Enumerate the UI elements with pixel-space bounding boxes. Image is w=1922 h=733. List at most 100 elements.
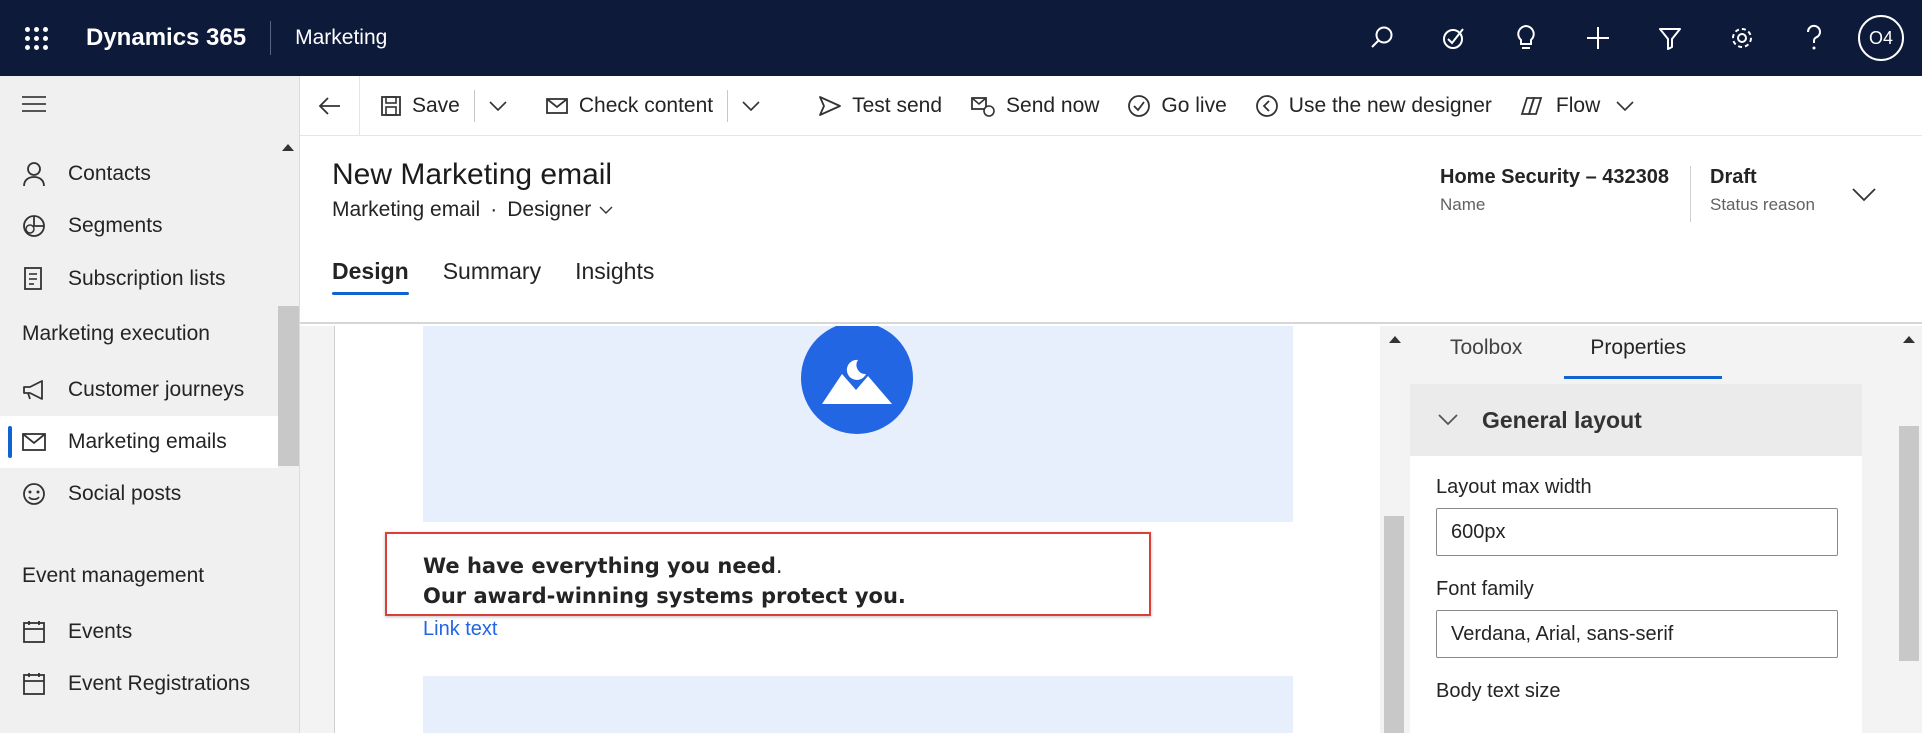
help-button[interactable]	[1778, 0, 1850, 76]
gear-icon	[1732, 28, 1752, 48]
help-icon	[1806, 24, 1821, 50]
panel-tabs: Toolbox Properties	[1410, 326, 1862, 380]
text-line-1-bold: We have everything you need	[423, 554, 776, 578]
save-options-dropdown[interactable]	[475, 76, 531, 136]
canvas-scrollbar[interactable]	[1380, 326, 1410, 733]
calendar-icon	[0, 672, 68, 696]
flow-icon	[1520, 96, 1543, 115]
sidebar-item-label: Segments	[68, 214, 163, 237]
save-button[interactable]: Save	[366, 76, 474, 136]
chevron-down-icon	[1438, 414, 1458, 426]
general-layout-section-header[interactable]: General layout	[1410, 384, 1862, 456]
sidebar-item-event-registrations[interactable]: Event Registrations	[0, 658, 278, 710]
test-send-label: Test send	[852, 93, 943, 117]
tab-toolbox[interactable]: Toolbox	[1450, 326, 1522, 380]
scroll-up-icon[interactable]	[1389, 336, 1401, 343]
properties-form: Layout max width 600px Font family Verda…	[1410, 456, 1862, 733]
header-expand-button[interactable]	[1852, 188, 1876, 207]
sidebar-item-events[interactable]: Events	[0, 606, 278, 658]
font-family-input[interactable]: Verdana, Arial, sans-serif	[1436, 610, 1838, 658]
megaphone-icon	[0, 379, 68, 401]
sidebar-item-customer-journeys[interactable]: Customer journeys	[0, 364, 278, 416]
flow-button[interactable]: Flow	[1506, 76, 1648, 136]
send-icon	[819, 95, 842, 116]
app-launcher-button[interactable]	[0, 0, 72, 76]
entity-name: Marketing email	[332, 198, 481, 221]
properties-panel: Toolbox Properties General layout Layout…	[1410, 326, 1922, 733]
go-live-button[interactable]: Go live	[1113, 76, 1240, 136]
sidebar-item-contacts[interactable]: Contacts	[0, 148, 278, 200]
check-circle-icon	[1128, 94, 1151, 117]
sidebar-item-segments[interactable]: Segments	[0, 200, 278, 252]
app-title[interactable]: Dynamics 365	[72, 24, 270, 52]
header-divider	[1690, 166, 1691, 222]
form-selector[interactable]: Designer	[507, 198, 613, 222]
name-label: Name	[1440, 195, 1486, 214]
avatar[interactable]: O4	[1858, 15, 1904, 61]
scrollbar-thumb[interactable]	[1899, 426, 1919, 661]
tab-properties[interactable]: Properties	[1564, 326, 1722, 380]
scrollbar-thumb[interactable]	[1384, 516, 1404, 733]
sidebar-item-social-posts[interactable]: Social posts	[0, 468, 278, 520]
nav-scroll-up-icon[interactable]	[282, 144, 294, 151]
email-body: We have everything you need. Our award-w…	[334, 326, 1380, 733]
check-mail-icon	[545, 97, 568, 114]
tab-design[interactable]: Design	[332, 258, 409, 295]
test-send-button[interactable]: Test send	[804, 76, 956, 136]
form-name: Designer	[507, 198, 592, 221]
layout-max-width-input[interactable]: 600px	[1436, 508, 1838, 556]
record-header: New Marketing email Marketing email · De…	[300, 136, 1922, 324]
top-app-bar: Dynamics 365 Marketing O4	[0, 0, 1922, 76]
section-title: General layout	[1482, 406, 1642, 433]
sidebar-item-label: Events	[68, 620, 133, 643]
status-label: Status reason	[1710, 195, 1815, 214]
header-field-name: Home Security – 432308 Name	[1440, 166, 1669, 215]
go-live-label: Go live	[1161, 93, 1227, 117]
tab-summary[interactable]: Summary	[443, 258, 541, 295]
scroll-up-icon[interactable]	[1903, 336, 1915, 343]
search-button[interactable]	[1346, 0, 1418, 76]
app-area-name[interactable]: Marketing	[271, 26, 387, 50]
image-placeholder-block[interactable]	[423, 326, 1293, 522]
save-label: Save	[412, 93, 460, 117]
design-canvas: We have everything you need. Our award-w…	[300, 326, 1410, 733]
chevron-down-icon	[1852, 188, 1876, 202]
check-content-button[interactable]: Check content	[531, 76, 727, 136]
header-field-status: Draft Status reason	[1710, 166, 1815, 215]
back-arrow-icon	[318, 96, 340, 115]
text-line-2[interactable]: Our award-winning systems protect you.	[423, 584, 906, 608]
check-content-options-dropdown[interactable]	[728, 76, 784, 136]
tasks-button[interactable]	[1418, 0, 1490, 76]
back-circle-icon	[1255, 94, 1278, 117]
send-now-button[interactable]: Send now	[956, 76, 1113, 136]
filter-button[interactable]	[1634, 0, 1706, 76]
segments-icon	[0, 213, 68, 239]
settings-button[interactable]	[1706, 0, 1778, 76]
sidebar-item-marketing-emails[interactable]: Marketing emails	[0, 416, 278, 468]
nav-scrollbar[interactable]	[278, 306, 299, 466]
image-placeholder-block[interactable]	[423, 676, 1293, 733]
sidebar-item-label: Customer journeys	[68, 378, 245, 401]
sidebar-item-label: Social posts	[68, 482, 182, 505]
ideas-button[interactable]	[1490, 0, 1562, 76]
body-text-size-label: Body text size	[1436, 680, 1561, 702]
hamburger-menu-button[interactable]	[22, 96, 46, 117]
text-line-1[interactable]: We have everything you need.	[423, 554, 783, 578]
text-line-1-period: .	[775, 554, 783, 578]
back-button[interactable]	[300, 75, 360, 136]
check-content-label: Check content	[578, 93, 714, 117]
use-new-designer-label: Use the new designer	[1288, 93, 1492, 117]
sidebar-item-label: Event Registrations	[68, 672, 251, 695]
chevron-down-icon	[1616, 100, 1634, 111]
new-button[interactable]	[1562, 0, 1634, 76]
panel-scrollbar[interactable]	[1896, 326, 1922, 733]
task-check-icon	[1443, 28, 1464, 49]
link-text[interactable]: Link text	[423, 618, 497, 641]
chevron-down-icon	[599, 206, 613, 214]
sidebar-item-subscription-lists[interactable]: Subscription lists	[0, 253, 278, 305]
sidebar-item-label: Subscription lists	[68, 267, 226, 290]
use-new-designer-button[interactable]: Use the new designer	[1241, 76, 1506, 136]
save-icon	[381, 95, 401, 116]
tab-insights[interactable]: Insights	[575, 258, 654, 295]
chevron-down-icon	[489, 100, 507, 111]
